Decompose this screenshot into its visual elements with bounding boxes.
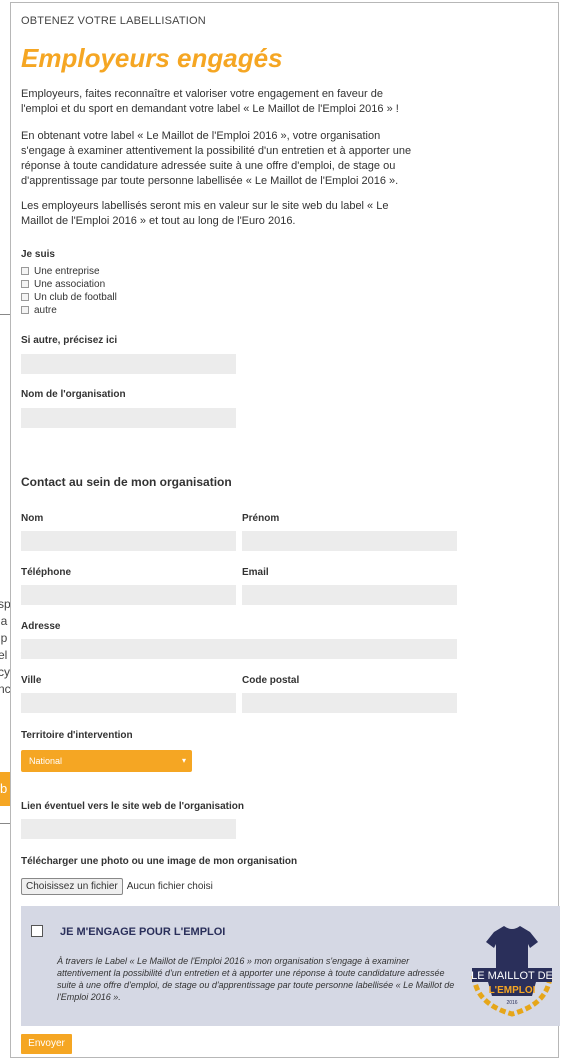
prenom-input[interactable] (242, 531, 457, 551)
labellisation-form-panel: OBTENEZ VOTRE LABELLISATION Employeurs e… (10, 2, 560, 1058)
option-label: Un club de football (34, 291, 117, 303)
email-input[interactable] (242, 585, 457, 605)
prenom-label: Prénom (242, 513, 280, 524)
option-autre[interactable]: autre (21, 304, 57, 316)
option-label: Une association (34, 278, 106, 290)
option-entreprise[interactable]: Une entreprise (21, 265, 100, 277)
background-text: el (0, 648, 8, 662)
telecharger-label: Télécharger une photo ou une image de mo… (21, 856, 298, 867)
file-upload: Choisissez un fichier Aucun fichier choi… (21, 878, 213, 895)
ville-label: Ville (21, 675, 42, 686)
intro-paragraph: Les employeurs labellisés seront mis en … (21, 200, 389, 227)
email-label: Email (242, 567, 269, 578)
engage-title: JE M'ENGAGE POUR L'EMPLOI (60, 926, 226, 938)
intro-paragraph: Employeurs, faites reconnaître et valori… (21, 88, 399, 115)
engage-checkbox[interactable] (31, 925, 43, 937)
lien-site-input[interactable] (21, 819, 236, 839)
option-label: autre (34, 304, 57, 316)
option-label: Une entreprise (34, 265, 100, 277)
checkbox[interactable] (21, 267, 29, 275)
nom-input[interactable] (21, 531, 236, 551)
shirt-icon (486, 926, 538, 968)
checkbox[interactable] (21, 306, 29, 314)
ville-input[interactable] (21, 693, 236, 713)
choose-file-button[interactable]: Choisissez un fichier (21, 878, 123, 895)
je-suis-label: Je suis (21, 249, 55, 260)
background-text: la (0, 614, 8, 628)
logo-text-line2: L'EMPLOI (489, 985, 536, 996)
nom-organisation-input[interactable] (21, 408, 236, 428)
option-association[interactable]: Une association (21, 278, 105, 290)
background-text: ip (0, 631, 8, 645)
chevron-down-icon: ▾ (181, 756, 186, 765)
contact-section-title: Contact au sein de mon organisation (21, 475, 232, 489)
territoire-select[interactable]: National ▾ (21, 750, 192, 772)
option-club-football[interactable]: Un club de football (21, 291, 117, 303)
background-text: cy (0, 665, 10, 679)
code-postal-input[interactable] (242, 693, 457, 713)
file-status: Aucun fichier choisi (126, 881, 213, 892)
logo-year: 2016 (506, 1000, 517, 1006)
submit-button[interactable]: Envoyer (21, 1034, 72, 1054)
telephone-input[interactable] (21, 585, 236, 605)
lien-site-label: Lien éventuel vers le site web de l'orga… (21, 801, 245, 812)
adresse-input[interactable] (21, 639, 457, 659)
code-postal-label: Code postal (242, 675, 300, 686)
intro-paragraph: En obtenant votre label « Le Maillot de … (21, 130, 412, 187)
form-title: Employeurs engagés (21, 43, 283, 73)
engage-text: À travers le Label « Le Maillot de l'Emp… (57, 956, 455, 1002)
territoire-selected-value: National (29, 756, 63, 766)
territoire-label: Territoire d'intervention (21, 730, 133, 741)
engagement-box: JE M'ENGAGE POUR L'EMPLOI À travers le L… (21, 906, 560, 1026)
form-eyebrow: OBTENEZ VOTRE LABELLISATION (21, 15, 206, 27)
si-autre-label: Si autre, précisez ici (21, 335, 118, 346)
nom-label: Nom (21, 513, 44, 524)
nom-organisation-label: Nom de l'organisation (21, 389, 126, 400)
checkbox[interactable] (21, 280, 29, 288)
adresse-label: Adresse (21, 621, 61, 632)
maillot-emploi-logo: LE MAILLOT DE L'EMPLOI 2016 (471, 926, 553, 1017)
si-autre-input[interactable] (21, 354, 236, 374)
checkbox[interactable] (21, 293, 29, 301)
logo-text-line1: LE MAILLOT DE (471, 970, 553, 982)
telephone-label: Téléphone (21, 567, 72, 578)
